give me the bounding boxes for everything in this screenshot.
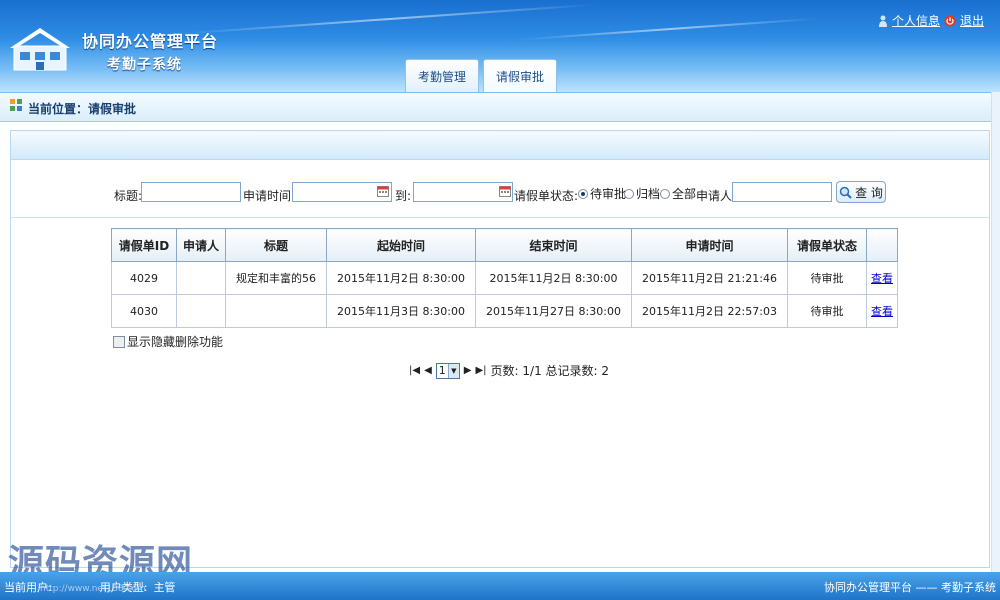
first-page-icon[interactable]: |◀ <box>409 365 420 376</box>
user-icon <box>878 15 887 27</box>
table-header-row: 请假单ID 申请人 标题 起始时间 结束时间 申请时间 请假单状态 <box>111 228 898 262</box>
page-select-value: 1 <box>438 364 446 377</box>
top-links: 个人信息 退出 <box>878 12 984 29</box>
table-row: 4030 2015年11月3日 8:30:00 2015年11月27日 8:30… <box>111 294 898 328</box>
app-header: 协同办公管理平台 考勤子系统 个人信息 退出 考勤管理 请假审批 <box>0 0 1000 92</box>
vertical-scrollbar[interactable] <box>991 92 1000 572</box>
column-header: 结束时间 <box>475 228 632 262</box>
applicant-label: 申请人: <box>696 189 737 203</box>
cell-applicant <box>176 261 226 295</box>
apply-time-to-input[interactable] <box>413 182 513 202</box>
logout-link[interactable]: 退出 <box>960 12 984 29</box>
profile-link[interactable]: 个人信息 <box>892 12 940 29</box>
cell-id: 4030 <box>111 294 177 328</box>
status-bar: 当前用户: 用户类型: 主管 协同办公管理平台 —— 考勤子系统 <box>0 572 1000 600</box>
column-header: 请假单状态 <box>787 228 867 262</box>
footer-system-name: 协同办公管理平台 —— 考勤子系统 <box>824 581 996 594</box>
tab-attendance[interactable]: 考勤管理 <box>405 59 480 92</box>
app-subtitle: 考勤子系统 <box>107 57 182 73</box>
show-hidden-delete-checkbox[interactable] <box>113 335 125 348</box>
cell-status: 待审批 <box>787 261 867 295</box>
status-option-all[interactable]: 全部 <box>660 185 696 202</box>
cell-end-time: 2015年11月2日 8:30:00 <box>475 261 632 295</box>
view-link[interactable]: 查看 <box>871 272 893 285</box>
show-hidden-delete-option[interactable]: 显示隐藏删除功能 <box>113 333 223 350</box>
column-header <box>866 228 898 262</box>
cell-status: 待审批 <box>787 294 867 328</box>
applicant-input[interactable] <box>732 182 832 202</box>
page-select[interactable]: 1 ▼ <box>435 362 460 379</box>
column-header: 请假单ID <box>111 228 177 262</box>
column-header: 申请时间 <box>631 228 788 262</box>
apply-time-label: 申请时间: <box>243 189 296 203</box>
tab-leave-approval[interactable]: 请假审批 <box>483 59 558 92</box>
next-page-icon[interactable]: ▶ <box>464 365 472 376</box>
leave-request-table: 请假单ID 申请人 标题 起始时间 结束时间 申请时间 请假单状态 4029 规… <box>111 228 898 328</box>
status-option-archived[interactable]: 归档 <box>624 185 660 202</box>
breadcrumb-text: 当前位置：请假审批 <box>28 102 137 116</box>
radio-button[interactable] <box>578 188 588 199</box>
radio-label: 待审批 <box>590 187 627 201</box>
view-link[interactable]: 查看 <box>871 305 893 318</box>
main-panel: 标题: 申请时间: 到: 请假单状态: 待审批 归档 全部 申请人: 查 询 请… <box>10 130 990 568</box>
watermark-url: http://www.net188.com <box>40 584 146 594</box>
header-decoration <box>180 3 600 35</box>
to-label: 到: <box>395 189 412 203</box>
pagination: |◀ ◀ 1 ▼ ▶ ▶| 页数: 1/1 总记录数: 2 <box>409 362 609 379</box>
cell-title: 规定和丰富的56 <box>225 261 327 295</box>
power-icon <box>944 15 956 26</box>
house-logo-icon <box>10 28 70 71</box>
cell-start-time: 2015年11月2日 8:30:00 <box>326 261 476 295</box>
radio-button[interactable] <box>624 188 634 199</box>
cell-title <box>225 294 327 328</box>
radio-label: 归档 <box>636 187 661 201</box>
calendar-icon[interactable] <box>377 185 389 197</box>
query-button-label: 查 询 <box>855 185 883 200</box>
query-button[interactable]: 查 询 <box>836 181 886 203</box>
user-type-value: 主管 <box>153 581 176 594</box>
magnifier-icon <box>839 186 852 199</box>
title-label: 标题: <box>114 189 143 203</box>
cell-applicant <box>176 294 226 328</box>
cell-end-time: 2015年11月27日 8:30:00 <box>475 294 632 328</box>
column-header: 标题 <box>225 228 327 262</box>
radio-button[interactable] <box>660 188 670 199</box>
pager-summary: 页数: 1/1 总记录数: 2 <box>490 364 610 378</box>
app-title: 协同办公管理平台 <box>82 32 219 51</box>
cell-apply-time: 2015年11月2日 21:21:46 <box>631 261 788 295</box>
column-header: 起始时间 <box>326 228 476 262</box>
column-header: 申请人 <box>176 228 226 262</box>
status-option-pending[interactable]: 待审批 <box>578 185 626 202</box>
last-page-icon[interactable]: ▶| <box>475 365 486 376</box>
radio-label: 全部 <box>672 187 697 201</box>
search-form: 标题: 申请时间: 到: 请假单状态: 待审批 归档 全部 申请人: 查 询 <box>11 169 989 218</box>
cell-action: 查看 <box>866 294 898 328</box>
show-hidden-delete-label: 显示隐藏删除功能 <box>127 335 224 349</box>
panel-title-strip <box>11 131 989 160</box>
main-tabs: 考勤管理 请假审批 <box>405 59 558 92</box>
breadcrumb: 当前位置：请假审批 <box>0 92 1000 122</box>
prev-page-icon[interactable]: ◀ <box>424 365 432 376</box>
table-row: 4029 规定和丰富的56 2015年11月2日 8:30:00 2015年11… <box>111 261 898 295</box>
location-icon <box>10 99 22 111</box>
cell-start-time: 2015年11月3日 8:30:00 <box>326 294 476 328</box>
title-input[interactable] <box>141 182 241 202</box>
status-label: 请假单状态: <box>514 189 579 203</box>
cell-id: 4029 <box>111 261 177 295</box>
calendar-icon[interactable] <box>499 185 511 197</box>
chevron-down-icon: ▼ <box>447 363 459 378</box>
cell-action: 查看 <box>866 261 898 295</box>
cell-apply-time: 2015年11月2日 22:57:03 <box>631 294 788 328</box>
